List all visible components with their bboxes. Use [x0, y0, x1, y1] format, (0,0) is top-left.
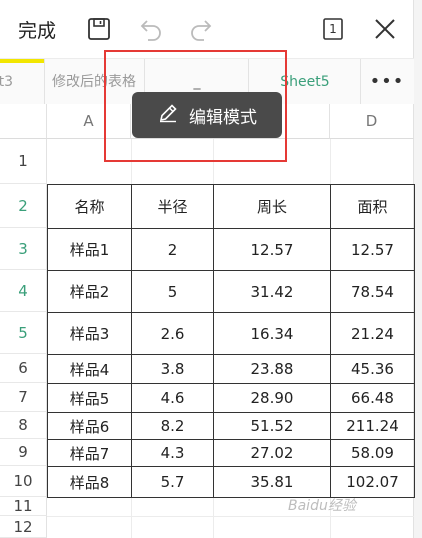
- table-header-row: 名称 半径 周长 面积: [47, 184, 415, 229]
- more-tabs-button[interactable]: •••: [360, 59, 414, 105]
- cell-header-name[interactable]: 名称: [47, 184, 132, 229]
- table-cell[interactable]: 2.6: [131, 312, 214, 355]
- table-cell[interactable]: 45.36: [330, 354, 415, 384]
- table-cell[interactable]: 23.88: [213, 354, 331, 384]
- cell-header-area[interactable]: 面积: [330, 184, 415, 229]
- table-row: 样品2 5 31.42 78.54: [47, 270, 415, 313]
- annotation-highlight-box: [104, 50, 287, 162]
- row-header-6[interactable]: 6: [0, 354, 47, 383]
- table-cell[interactable]: 28.90: [213, 383, 331, 413]
- table-cell[interactable]: 51.52: [213, 412, 331, 440]
- cell-header-perimeter[interactable]: 周长: [213, 184, 331, 229]
- row-header-2[interactable]: 2: [0, 184, 47, 228]
- table-cell[interactable]: 12.57: [213, 228, 331, 271]
- table-row: 样品4 3.8 23.88 45.36: [47, 354, 415, 384]
- row-header-9[interactable]: 9: [0, 439, 47, 466]
- page-count-icon[interactable]: 1: [318, 14, 348, 44]
- table-row: 样品3 2.6 16.34 21.24: [47, 312, 415, 355]
- table-cell[interactable]: 4.3: [131, 439, 214, 467]
- table-cell[interactable]: 211.24: [330, 412, 415, 440]
- table-cell[interactable]: 21.24: [330, 312, 415, 355]
- table-cell[interactable]: 8.2: [131, 412, 214, 440]
- table-cell[interactable]: 102.07: [330, 466, 415, 498]
- undo-icon[interactable]: [136, 14, 166, 44]
- table-row: 样品7 4.3 27.02 58.09: [47, 439, 415, 467]
- row-header-1[interactable]: 1: [0, 139, 47, 184]
- table-cell[interactable]: 样品3: [47, 312, 132, 355]
- row-header-10[interactable]: 10: [0, 466, 47, 497]
- redo-icon[interactable]: [186, 14, 216, 44]
- cell-header-radius[interactable]: 半径: [131, 184, 214, 229]
- row-header-12[interactable]: 12: [0, 516, 47, 538]
- table-cell[interactable]: 样品8: [47, 466, 132, 498]
- table-row: 样品1 2 12.57 12.57: [47, 228, 415, 271]
- table-cell[interactable]: 58.09: [330, 439, 415, 467]
- table-cell[interactable]: 12.57: [330, 228, 415, 271]
- done-button[interactable]: 完成: [18, 16, 56, 43]
- table-cell[interactable]: 样品4: [47, 354, 132, 384]
- data-table: 名称 半径 周长 面积 样品1 2 12.57 12.57 样品2 5 31.4…: [47, 184, 415, 498]
- table-cell[interactable]: 样品5: [47, 383, 132, 413]
- table-cell[interactable]: 5.7: [131, 466, 214, 498]
- table-row: 样品8 5.7 35.81 102.07: [47, 466, 415, 498]
- table-cell[interactable]: 66.48: [330, 383, 415, 413]
- table-cell[interactable]: 4.6: [131, 383, 214, 413]
- table-cell[interactable]: 2: [131, 228, 214, 271]
- row-header-4[interactable]: 4: [0, 270, 47, 312]
- gridline: [47, 516, 414, 517]
- table-cell[interactable]: 27.02: [213, 439, 331, 467]
- table-cell[interactable]: 35.81: [213, 466, 331, 498]
- row-header-11[interactable]: 11: [0, 497, 47, 516]
- tab-sheet3[interactable]: et3: [0, 59, 45, 105]
- table-cell[interactable]: 3.8: [131, 354, 214, 384]
- column-header-d[interactable]: D: [330, 104, 414, 139]
- page-count: 1: [329, 22, 337, 36]
- row-header-8[interactable]: 8: [0, 412, 47, 439]
- close-icon[interactable]: [370, 14, 400, 44]
- row-header-3[interactable]: 3: [0, 228, 47, 270]
- row-header-5[interactable]: 5: [0, 312, 47, 354]
- table-cell[interactable]: 78.54: [330, 270, 415, 313]
- save-icon[interactable]: [84, 14, 114, 44]
- table-row: 样品6 8.2 51.52 211.24: [47, 412, 415, 440]
- watermark: Baidu经验: [288, 498, 356, 514]
- table-cell[interactable]: 31.42: [213, 270, 331, 313]
- table-cell[interactable]: 样品2: [47, 270, 132, 313]
- table-cell[interactable]: 16.34: [213, 312, 331, 355]
- select-all-corner[interactable]: [0, 104, 47, 139]
- table-cell[interactable]: 样品1: [47, 228, 132, 271]
- table-cell[interactable]: 样品7: [47, 439, 132, 467]
- table-cell[interactable]: 5: [131, 270, 214, 313]
- row-header-7[interactable]: 7: [0, 383, 47, 412]
- table-row: 样品5 4.6 28.90 66.48: [47, 383, 415, 413]
- table-cell[interactable]: 样品6: [47, 412, 132, 440]
